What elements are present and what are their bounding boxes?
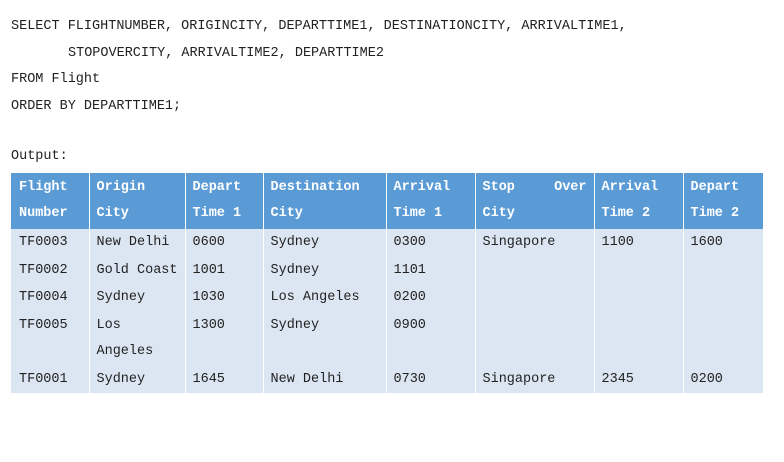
cell-arrival-time-1: 0200 — [385, 284, 475, 312]
header-stop-over-city: Stop Over City — [474, 173, 594, 229]
cell-arrival-time-2 — [593, 284, 683, 312]
table-row: TF0002 Gold Coast 1001 Sydney 1101 — [11, 256, 763, 284]
cell-flight-number: TF0005 — [11, 311, 89, 366]
cell-stop-over-city: Singapore — [474, 365, 594, 393]
cell-stop-over-city — [474, 311, 594, 366]
cell-flight-number: TF0001 — [11, 365, 89, 393]
cell-destination-city: Sydney — [262, 256, 386, 284]
cell-depart-time-1: 1030 — [184, 284, 263, 312]
cell-arrival-time-1: 1101 — [385, 256, 475, 284]
output-label: Output: — [11, 149, 68, 164]
sql-order-line: ORDER BY DEPARTTIME1; — [11, 98, 182, 114]
cell-destination-city: Los Angeles — [262, 284, 386, 312]
header-destination-city: Destination City — [262, 173, 386, 229]
table-row: TF0005 Los Angeles 1300 Sydney 0900 — [11, 311, 763, 366]
cell-stop-over-city — [474, 256, 594, 284]
header-depart-time-2: Depart Time 2 — [682, 173, 763, 229]
cell-depart-time-1: 0600 — [184, 229, 263, 257]
header-depart-time-1: Depart Time 1 — [184, 173, 263, 229]
cell-depart-time-2 — [682, 284, 763, 312]
sql-query: SELECT FLIGHTNUMBER, ORIGINCITY, DEPARTT… — [11, 14, 627, 120]
cell-depart-time-2: 1600 — [682, 229, 763, 257]
cell-arrival-time-2 — [593, 256, 683, 284]
header-origin-city: Origin City — [88, 173, 185, 229]
cell-arrival-time-2: 2345 — [593, 365, 683, 393]
sql-select-line: SELECT FLIGHTNUMBER, ORIGINCITY, DEPARTT… — [11, 19, 627, 34]
flight-output-table: Flight Number Origin City Depart Time 1 Des… — [11, 173, 763, 393]
table-row: TF0003 New Delhi 0600 Sydney 0300 Singap… — [11, 229, 763, 257]
cell-destination-city: Sydney — [262, 311, 386, 366]
cell-flight-number: TF0002 — [11, 256, 89, 284]
cell-stop-over-city — [474, 284, 594, 312]
cell-arrival-time-1: 0730 — [385, 365, 475, 393]
cell-destination-city: Sydney — [262, 229, 386, 257]
table-header-row: Flight Number Origin City Depart Time 1 Des… — [11, 173, 763, 229]
cell-origin-city: Los Angeles — [88, 311, 185, 366]
sql-select-continuation: STOPOVERCITY, ARRIVALTIME2, DEPARTTIME2 — [68, 45, 384, 61]
header-arrival-time-1: Arrival Time 1 — [385, 173, 475, 229]
cell-stop-over-city: Singapore — [474, 229, 594, 257]
sql-from-line: FROM Flight — [11, 72, 101, 87]
cell-destination-city: New Delhi — [262, 365, 386, 393]
cell-depart-time-1: 1645 — [184, 365, 263, 393]
table-row: TF0001 Sydney 1645 New Delhi 0730 Singap… — [11, 365, 763, 393]
cell-depart-time-1: 1001 — [184, 256, 263, 284]
header-flight-number: Flight Number — [11, 173, 89, 229]
cell-arrival-time-2 — [593, 311, 683, 366]
cell-depart-time-2 — [682, 256, 763, 284]
cell-depart-time-1: 1300 — [184, 311, 263, 366]
cell-flight-number: TF0003 — [11, 229, 89, 257]
cell-arrival-time-2: 1100 — [593, 229, 683, 257]
cell-origin-city: Sydney — [88, 365, 185, 393]
cell-arrival-time-1: 0300 — [385, 229, 475, 257]
table-row: TF0004 Sydney 1030 Los Angeles 0200 — [11, 284, 763, 312]
cell-depart-time-2 — [682, 311, 763, 366]
cell-origin-city: Gold Coast — [88, 256, 185, 284]
cell-origin-city: New Delhi — [88, 229, 185, 257]
cell-origin-city: Sydney — [88, 284, 185, 312]
cell-flight-number: TF0004 — [11, 284, 89, 312]
header-arrival-time-2: Arrival Time 2 — [593, 173, 683, 229]
cell-arrival-time-1: 0900 — [385, 311, 475, 366]
cell-depart-time-2: 0200 — [682, 365, 763, 393]
